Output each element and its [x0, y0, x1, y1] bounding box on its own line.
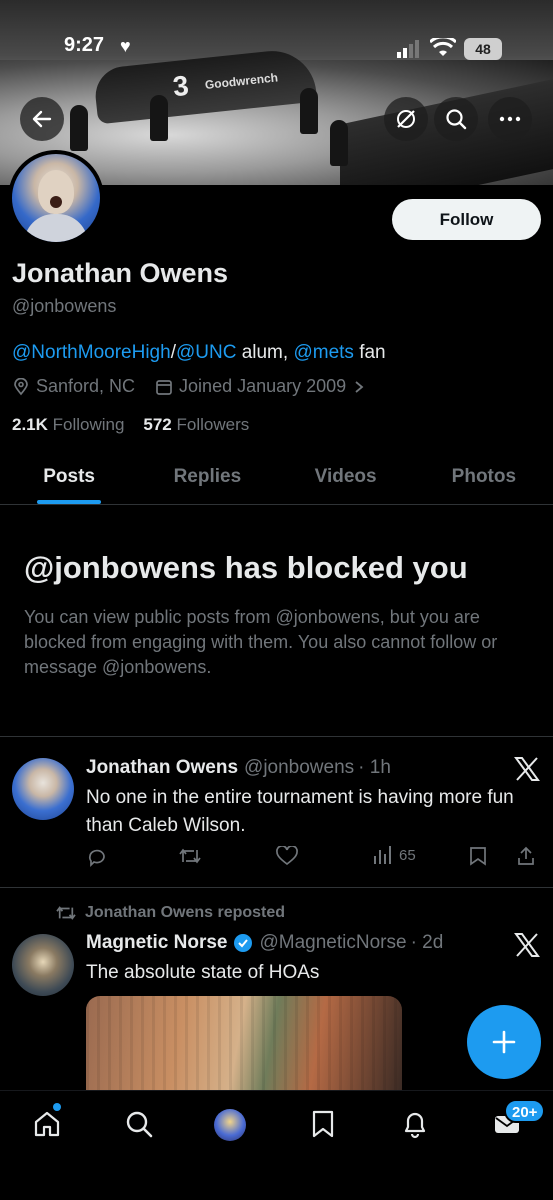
tab-photos[interactable]: Photos	[415, 455, 553, 504]
post-author-name[interactable]: Jonathan Owens	[86, 757, 238, 779]
reply-icon	[88, 849, 105, 868]
profile-bio: @NorthMooreHigh/@UNC alum, @mets fan	[12, 342, 386, 364]
following-label: Following	[52, 415, 125, 434]
post-header: Magnetic Norse @MagneticNorse · 2d	[86, 932, 443, 954]
home-icon[interactable]	[32, 1109, 62, 1139]
wifi-icon	[430, 38, 456, 56]
profile-counts: 2.1K Following 572 Followers	[12, 415, 249, 435]
post-author-handle: @MagneticNorse	[259, 932, 407, 953]
grok-icon	[397, 110, 415, 128]
profile-banner[interactable]: 3 Goodwrench	[0, 0, 553, 185]
grok-button[interactable]	[384, 97, 428, 141]
reply-button[interactable]	[86, 846, 108, 868]
car-brand: Goodwrench	[204, 70, 279, 92]
post-actions: 65	[86, 846, 541, 874]
arrow-left-icon	[32, 110, 52, 128]
bio-link-mets[interactable]: @mets	[293, 342, 353, 363]
banner-soldier	[70, 105, 88, 151]
battery-indicator: 48	[464, 38, 502, 60]
banner-soldier	[300, 88, 318, 134]
location-icon	[12, 377, 30, 396]
blocked-message: You can view public posts from @jonbowen…	[24, 607, 498, 677]
post-text: No one in the entire tournament is havin…	[86, 787, 514, 836]
followers-count: 572	[143, 415, 172, 434]
profile-location: Sanford, NC	[36, 376, 136, 396]
car-number: 3	[171, 69, 191, 103]
bio-link-unc[interactable]: @UNC	[176, 342, 236, 363]
repost-indicator: Jonathan Owens reposted	[55, 904, 285, 922]
status-heart-icon: ♥	[120, 36, 131, 56]
verified-badge-icon	[234, 934, 253, 952]
post-time: · 2d	[410, 932, 444, 953]
bio-text: alum,	[236, 342, 294, 363]
following-count: 2.1K	[12, 415, 48, 434]
profile-meta: Sanford, NC Joined January 2009	[12, 376, 370, 397]
messages-badge: 20+	[504, 1099, 546, 1123]
repost-label-text[interactable]: Jonathan Owens reposted	[85, 904, 285, 922]
analytics-icon	[374, 846, 391, 864]
profile-tabs: Posts Replies Videos Photos	[0, 455, 553, 505]
grok-avatar-tab[interactable]	[214, 1109, 246, 1141]
share-icon	[518, 846, 534, 865]
following-link[interactable]: 2.1K Following	[12, 415, 124, 434]
divider	[0, 736, 553, 737]
views-count: 65	[399, 846, 416, 864]
tab-videos[interactable]: Videos	[277, 455, 415, 504]
blocked-title: @jonbowens has blocked you	[24, 550, 468, 585]
bio-link-northmoorehigh[interactable]: @NorthMooreHigh	[12, 342, 171, 363]
post-author-name[interactable]: Magnetic Norse	[86, 932, 227, 954]
repost-icon	[179, 848, 201, 864]
bookmark-icon	[470, 847, 486, 866]
compose-button[interactable]	[467, 1005, 541, 1079]
tab-posts[interactable]: Posts	[0, 455, 138, 504]
post-author-handle: @jonbowens	[244, 757, 355, 778]
more-horizontal-icon	[499, 116, 521, 122]
divider	[0, 887, 553, 888]
banner-soldier	[330, 120, 348, 166]
followers-label: Followers	[176, 415, 250, 434]
more-options-button[interactable]	[488, 97, 532, 141]
bookmark-icon[interactable]	[308, 1109, 338, 1139]
post-text: The absolute state of HOAs	[86, 962, 320, 983]
home-notification-dot	[53, 1103, 61, 1111]
profile-joined: Joined January 2009	[179, 376, 347, 396]
x-logo-icon	[514, 933, 540, 957]
bio-text: fan	[353, 342, 386, 363]
like-button[interactable]	[276, 846, 298, 866]
plus-icon	[492, 1030, 516, 1054]
bookmark-button[interactable]	[469, 846, 487, 866]
banner-soldier	[150, 95, 168, 141]
repost-button[interactable]	[178, 846, 202, 866]
avatar-body	[24, 214, 88, 242]
profile-avatar[interactable]	[8, 150, 104, 246]
post-time: · 1h	[358, 757, 391, 778]
profile-handle: @jonbowens	[12, 296, 117, 316]
profile-name: Jonathan Owens	[12, 258, 229, 288]
post-header: Jonathan Owens @jonbowens · 1h	[86, 757, 391, 779]
post-author-avatar[interactable]	[12, 758, 74, 820]
follow-button[interactable]: Follow	[392, 199, 541, 240]
search-icon	[446, 109, 467, 130]
heart-icon	[276, 846, 298, 866]
tab-replies[interactable]: Replies	[138, 455, 276, 504]
status-time: 9:27	[64, 34, 105, 56]
cellular-signal-icon	[397, 40, 419, 58]
repost-icon	[56, 906, 76, 920]
followers-link[interactable]: 572 Followers	[143, 415, 249, 434]
post-media-image[interactable]	[86, 996, 402, 1096]
search-icon[interactable]	[124, 1109, 154, 1139]
bell-icon[interactable]	[400, 1109, 430, 1139]
avatar-mouth	[50, 196, 62, 208]
post-author-avatar[interactable]	[12, 934, 74, 996]
chevron-right-icon[interactable]	[354, 380, 364, 394]
x-logo-icon	[514, 757, 540, 781]
search-button[interactable]	[434, 97, 478, 141]
share-button[interactable]	[516, 846, 536, 866]
views-button[interactable]: 65	[373, 846, 416, 864]
calendar-icon	[155, 378, 173, 396]
back-button[interactable]	[20, 97, 64, 141]
bottom-navigation	[0, 1090, 553, 1200]
